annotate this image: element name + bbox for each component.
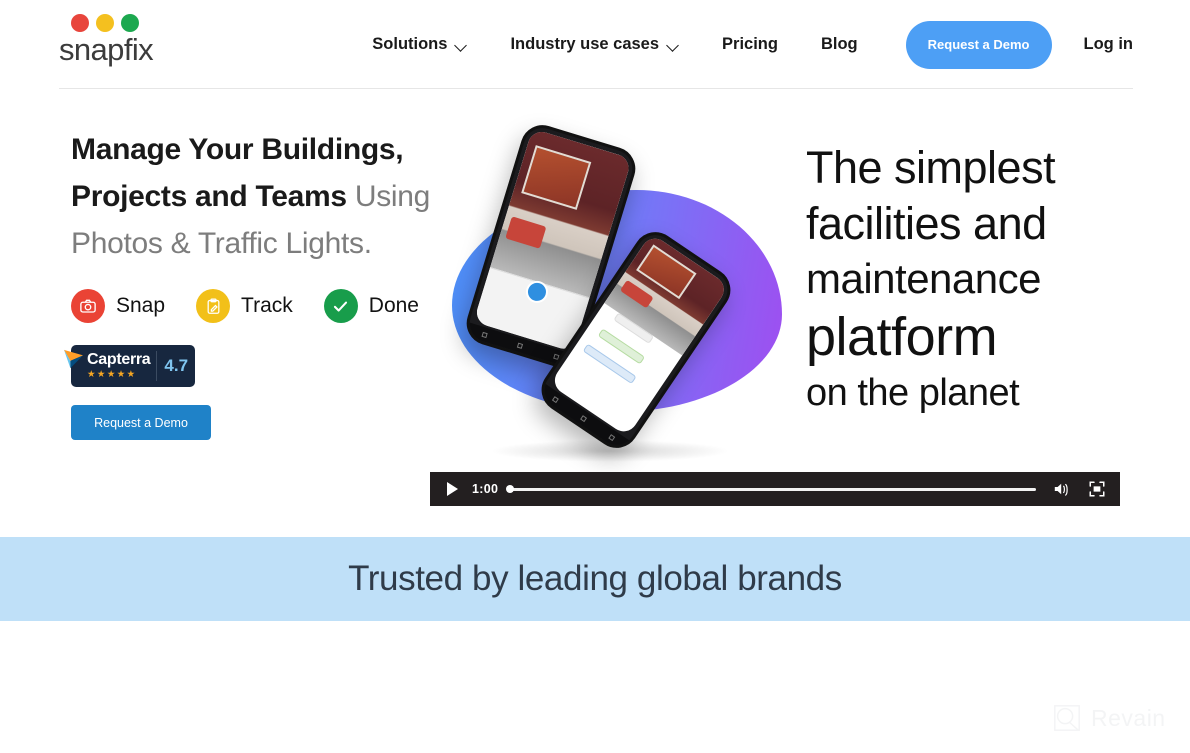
hero-step-snap: Snap: [71, 289, 165, 323]
hero-headline: Manage Your Buildings, Projects and Team…: [71, 126, 431, 267]
fullscreen-icon[interactable]: [1086, 479, 1108, 499]
revain-logo-icon: [1054, 705, 1080, 731]
hero-step-done-label: Done: [368, 294, 419, 317]
logo-dot-red-icon: [71, 13, 89, 32]
nav-item-solutions[interactable]: Solutions: [372, 35, 467, 54]
nav-item-industry-use-cases[interactable]: Industry use cases: [510, 35, 679, 54]
hero-headline-bold-line1: Manage Your Buildings,: [71, 133, 404, 166]
nav-item-blog-label: Blog: [820, 35, 858, 53]
nav-item-pricing[interactable]: Pricing: [722, 35, 778, 54]
chevron-down-icon: [456, 41, 467, 48]
hero-tagline-line-2: facilities and: [806, 198, 1047, 249]
capterra-name: Capterra: [87, 350, 151, 368]
hero-step-snap-label: Snap: [116, 294, 166, 317]
header-divider: [59, 88, 1133, 89]
clipboard-pencil-icon: [196, 289, 231, 323]
hero-headline-light-line3: Photos & Traffic Lights.: [71, 227, 372, 260]
site-header: snapfix Solutions Industry use cases Pri…: [0, 0, 1190, 90]
trusted-section: Trusted by leading global brands: [0, 537, 1190, 621]
hero-steps: Snap Track Done: [71, 289, 431, 323]
header-request-demo-button[interactable]: Request a Demo: [905, 20, 1052, 69]
hero-headline-bold-line2: Projects and Teams: [71, 180, 355, 213]
hero-tagline-line-5: on the planet: [806, 372, 1020, 414]
hero-tagline-line-3: maintenance: [806, 255, 1042, 302]
logo-traffic-light-dots: [59, 13, 179, 32]
trusted-title: Trusted by leading global brands: [348, 559, 842, 598]
hero-phones-illustration: [430, 119, 810, 468]
logo-wordmark: snapfix: [59, 31, 154, 67]
play-button[interactable]: [438, 475, 466, 503]
capterra-stars: ★★★★★: [87, 368, 137, 380]
login-link[interactable]: Log in: [1084, 35, 1133, 54]
hero-step-track: Track: [196, 289, 293, 323]
main-nav: Solutions Industry use cases Pricing Blo…: [372, 20, 1133, 69]
video-progress-handle[interactable]: [506, 485, 515, 493]
hero-tagline: The simplest facilities and maintenance …: [806, 140, 1096, 418]
capterra-divider: [156, 351, 158, 381]
nav-item-blog[interactable]: Blog: [821, 35, 858, 54]
check-icon: [323, 289, 358, 323]
hero-tagline-line-4: platform: [806, 307, 998, 367]
hero-request-demo-button[interactable]: Request a Demo: [71, 405, 211, 440]
hero-step-done: Done: [323, 289, 419, 323]
hero-tagline-line-1: The simplest: [806, 142, 1056, 193]
nav-item-solutions-label: Solutions: [372, 35, 448, 53]
chevron-down-icon: [668, 41, 679, 48]
hero-left-column: Manage Your Buildings, Projects and Team…: [64, 126, 431, 440]
nav-item-pricing-label: Pricing: [722, 35, 778, 53]
capterra-flag-icon: [64, 349, 84, 369]
revain-watermark-text: Revain: [1091, 704, 1166, 731]
video-player-controls: 1:00: [430, 472, 1120, 506]
logo-dot-yellow-icon: [96, 13, 114, 32]
hero-headline-light-using: Using: [354, 180, 431, 213]
cookie-banner: We use cookies improve your website expe…: [0, 621, 1190, 753]
nav-item-industry-use-cases-label: Industry use cases: [510, 35, 660, 53]
volume-icon[interactable]: [1050, 479, 1074, 499]
hero-step-track-label: Track: [241, 294, 293, 317]
page-root: snapfix Solutions Industry use cases Pri…: [0, 0, 1190, 753]
capterra-score: 4.7: [164, 356, 189, 375]
capterra-badge-wrap: Capterra ★★★★★ 4.7: [64, 345, 211, 387]
capterra-badge[interactable]: Capterra ★★★★★ 4.7: [64, 345, 195, 387]
video-time: 1:00: [472, 482, 499, 496]
revain-watermark: Revain: [1052, 703, 1166, 733]
logo-dot-green-icon: [121, 13, 139, 32]
logo[interactable]: snapfix: [59, 13, 179, 76]
video-progress-bar[interactable]: [506, 485, 1036, 493]
camera-icon: [71, 289, 105, 323]
